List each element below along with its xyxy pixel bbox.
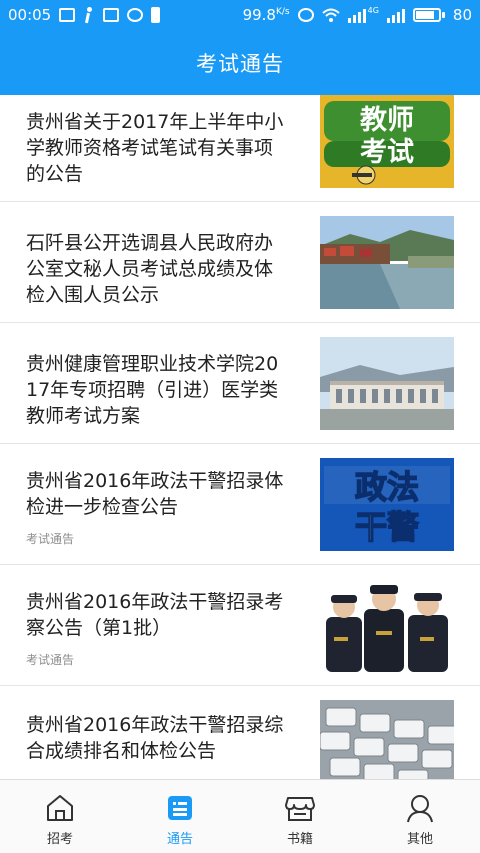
article-title: 贵州省2016年政法干警招录综合成绩排名和体检公告 [26, 714, 284, 762]
article-thumbnail [320, 700, 454, 779]
list-item[interactable]: 贵州省关于2017年上半年中小学教师资格考试笔试有关事项的公告 教师 考试 [0, 95, 480, 202]
article-thumbnail [320, 216, 454, 309]
list-item[interactable]: 贵州省2016年政法干警招录综合成绩排名和体检公告 [0, 686, 480, 779]
svg-text:干警: 干警 [355, 508, 419, 546]
list-item[interactable]: 贵州省2016年政法干警招录体检进一步检查公告 考试通告 政法 干警 [0, 444, 480, 565]
article-thumbnail: 政法 干警 [320, 458, 454, 551]
bottom-navigation: 招考 通告 书籍 其他 [0, 779, 480, 853]
signal-4g-icon [347, 7, 366, 23]
app-icon [127, 8, 144, 22]
svg-text:教师: 教师 [360, 105, 414, 136]
notice-icon [168, 796, 192, 820]
article-title: 贵州健康管理职业技术学院2017年专项招聘（引进）医学类教师考试方案 [26, 353, 279, 427]
battery-icon [412, 8, 445, 22]
status-bar: 00:05 99.8K/s 4G 80 [0, 0, 480, 30]
list-item[interactable]: 贵州省2016年政法干警招录考察公告（第1批） 考试通告 [0, 565, 480, 686]
page-title: 考试通告 [196, 51, 284, 76]
article-thumbnail [320, 579, 454, 672]
article-category: 考试通告 [26, 653, 75, 667]
nav-label: 通告 [166, 832, 193, 847]
network-speed: 99.8K/s [242, 6, 290, 24]
article-title: 贵州省2016年政法干警招录考察公告（第1批） [26, 591, 284, 639]
nav-tab-books[interactable]: 书籍 [240, 780, 360, 853]
wifi-icon [321, 8, 340, 22]
news-icon [59, 8, 76, 22]
article-title: 贵州省2016年政法干警招录体检进一步检查公告 [26, 470, 284, 518]
home-icon [47, 795, 73, 821]
bag-icon [103, 8, 120, 22]
article-title: 贵州省关于2017年上半年中小学教师资格考试笔试有关事项的公告 [26, 111, 284, 185]
app-header: 考试通告 [0, 30, 480, 95]
nav-tab-exam[interactable]: 招考 [0, 780, 120, 853]
article-thumbnail: 教师 考试 [320, 95, 454, 188]
bookstore-icon [285, 797, 315, 821]
nav-label: 书籍 [286, 832, 313, 847]
nav-tab-notice[interactable]: 通告 [120, 780, 240, 853]
user-icon [407, 795, 433, 823]
article-list: 贵州省关于2017年上半年中小学教师资格考试笔试有关事项的公告 教师 考试 石阡… [0, 95, 480, 779]
article-title: 石阡县公开选调县人民政府办公室文秘人员考试总成绩及体检入围人员公示 [26, 232, 274, 306]
signal-icon [386, 7, 405, 23]
svg-text:考试: 考试 [360, 137, 414, 168]
network-type: 4G [367, 5, 379, 15]
charging-icon [151, 7, 161, 23]
nav-tab-other[interactable]: 其他 [360, 780, 480, 853]
alarm-icon [297, 8, 314, 22]
walking-icon [83, 7, 95, 23]
list-item[interactable]: 石阡县公开选调县人民政府办公室文秘人员考试总成绩及体检入围人员公示 [0, 202, 480, 323]
article-thumbnail [320, 337, 454, 430]
status-time: 00:05 [8, 6, 52, 24]
nav-label: 招考 [46, 832, 73, 847]
nav-label: 其他 [406, 832, 433, 847]
article-category: 考试通告 [26, 532, 75, 546]
svg-text:政法: 政法 [355, 468, 419, 506]
battery-level: 80 [452, 6, 472, 24]
list-item[interactable]: 贵州健康管理职业技术学院2017年专项招聘（引进）医学类教师考试方案 [0, 323, 480, 444]
